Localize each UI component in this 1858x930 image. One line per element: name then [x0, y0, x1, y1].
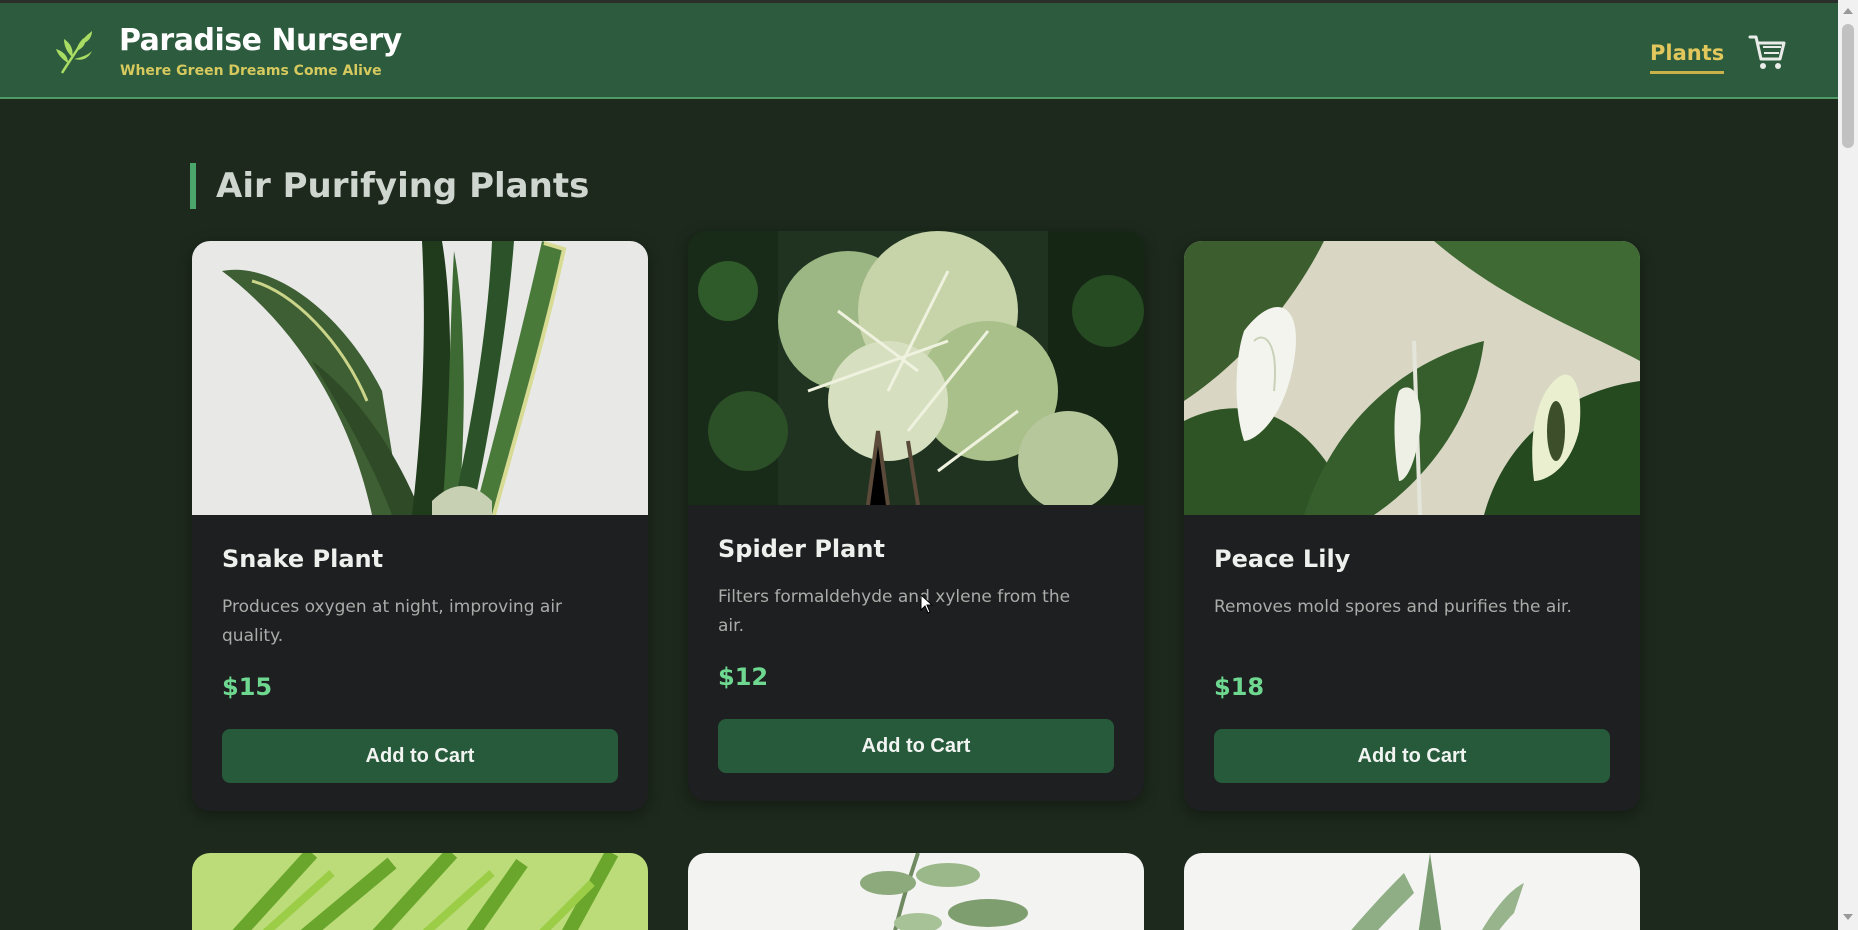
vertical-scrollbar[interactable] — [1838, 0, 1858, 930]
product-name: Peace Lily — [1214, 545, 1351, 573]
section-heading: Air Purifying Plants — [190, 163, 589, 209]
product-price: $12 — [718, 663, 769, 691]
product-description: Removes mold spores and purifies the air… — [1214, 597, 1572, 617]
product-price: $15 — [222, 673, 273, 701]
site-header: Paradise Nursery Where Green Dreams Come… — [0, 0, 1838, 99]
page-viewport: Paradise Nursery Where Green Dreams Come… — [0, 0, 1838, 930]
scroll-up-arrow-icon[interactable] — [1843, 8, 1853, 14]
add-to-cart-button[interactable]: Add to Cart — [1214, 729, 1610, 783]
section-title: Air Purifying Plants — [216, 166, 590, 206]
product-description: Filters formaldehyde and xylene from the… — [718, 587, 1071, 636]
eucalyptus-image — [688, 853, 1144, 930]
product-card: Peace Lily Removes mold spores and purif… — [1184, 241, 1640, 811]
product-card: Spider Plant Filters formaldehyde and xy… — [688, 231, 1144, 801]
product-description: Produces oxygen at night, improving air … — [222, 597, 563, 646]
peace-lily-image — [1184, 241, 1640, 515]
product-name: Spider Plant — [718, 535, 885, 563]
aloe-vera-image — [1184, 853, 1640, 930]
fern-image — [192, 853, 648, 930]
spider-plant-image — [688, 231, 1144, 505]
snake-plant-image — [192, 241, 648, 515]
product-price: $18 — [1214, 673, 1265, 701]
scrollbar-thumb[interactable] — [1842, 24, 1854, 148]
scroll-down-arrow-icon[interactable] — [1843, 914, 1853, 920]
product-card-partial — [1184, 853, 1640, 930]
nav-link-plants[interactable]: Plants — [1650, 41, 1725, 74]
card-body: Snake Plant Produces oxygen at night, im… — [192, 515, 648, 811]
product-card: Snake Plant Produces oxygen at night, im… — [192, 241, 648, 811]
brand-title: Paradise Nursery — [119, 23, 402, 58]
mouse-cursor-icon — [920, 594, 934, 614]
add-to-cart-button[interactable]: Add to Cart — [222, 729, 618, 783]
card-body: Spider Plant Filters formaldehyde and xy… — [688, 505, 1144, 801]
brand-tagline: Where Green Dreams Come Alive — [120, 63, 382, 79]
shopping-cart-icon[interactable] — [1748, 33, 1788, 73]
product-name: Snake Plant — [222, 545, 384, 573]
product-card-partial — [688, 853, 1144, 930]
add-to-cart-button[interactable]: Add to Cart — [718, 719, 1114, 773]
product-card-partial — [192, 853, 648, 930]
leaf-sprig-icon[interactable] — [52, 29, 94, 77]
card-body: Peace Lily Removes mold spores and purif… — [1184, 515, 1640, 811]
